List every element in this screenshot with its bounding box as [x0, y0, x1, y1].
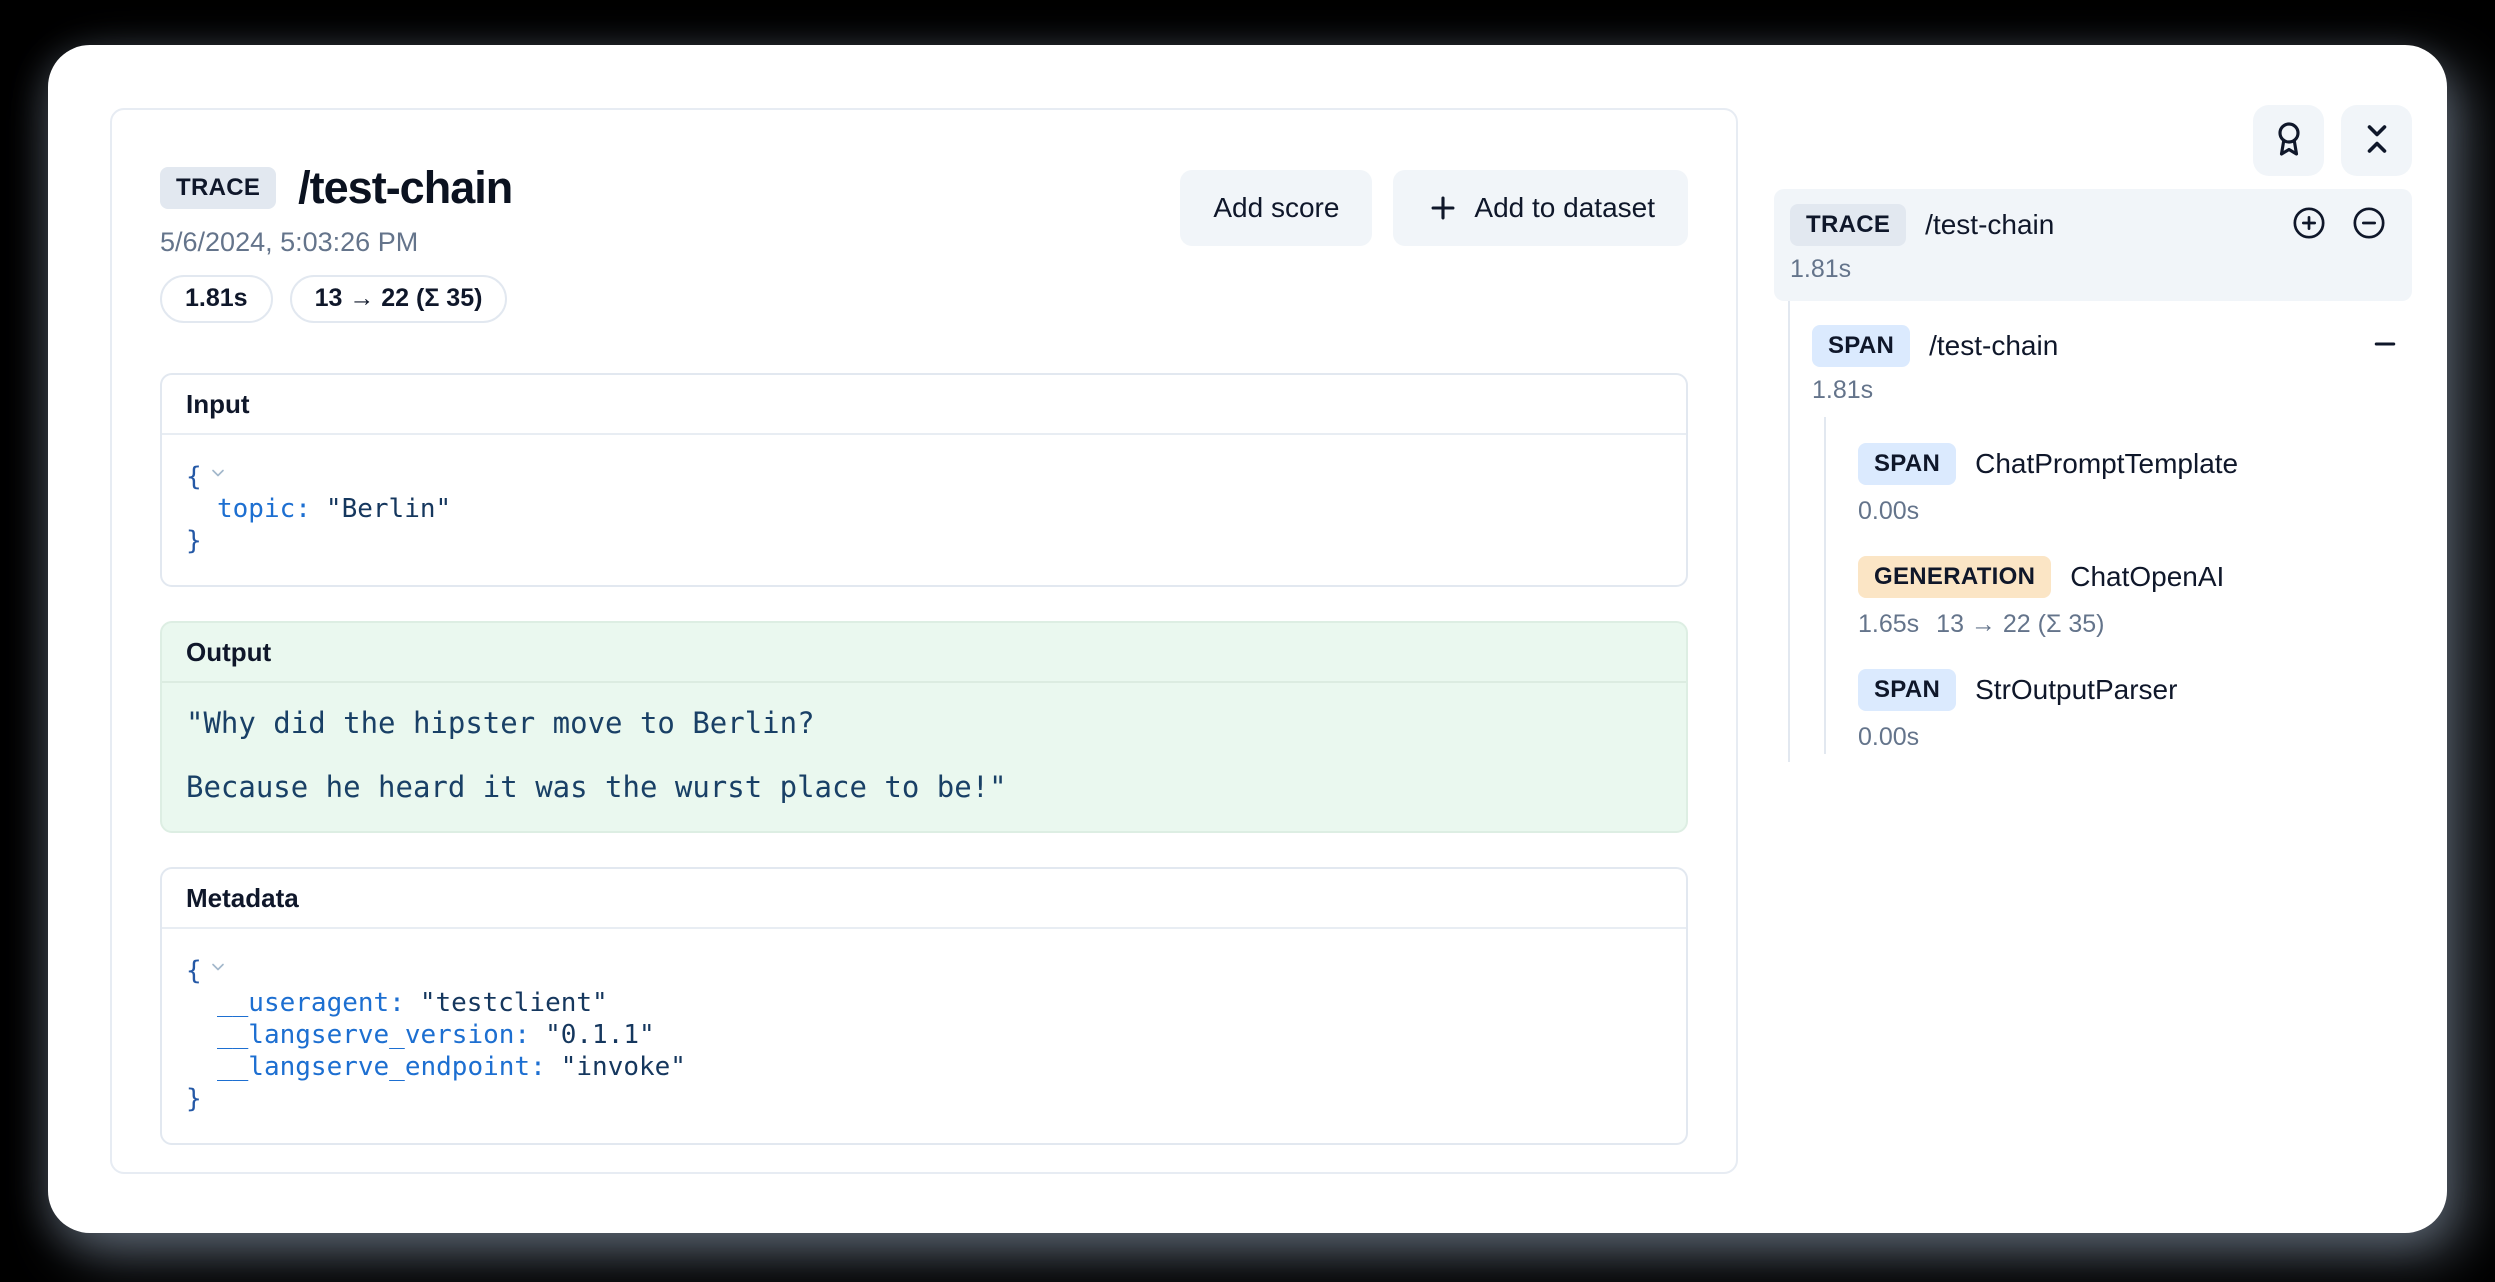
- trace-timestamp: 5/6/2024, 5:03:26 PM: [160, 227, 512, 258]
- input-json-viewer: { topic:"Berlin" }: [162, 435, 1686, 585]
- node-type-badge: SPAN: [1858, 669, 1956, 711]
- tree-children-level-2: SPAN ChatPromptTemplate 0.00s GENERATION…: [1824, 417, 2412, 754]
- trace-tree-sidebar: TRACE /test-chain 1.81s: [1774, 105, 2412, 762]
- node-token-usage: 13 → 22 (Σ 35): [1936, 610, 2104, 639]
- trace-type-badge: TRACE: [160, 167, 276, 209]
- json-entry: __useragent:"testclient": [186, 987, 1662, 1019]
- node-duration: 1.81s: [1790, 255, 2386, 284]
- trace-title-group: TRACE /test-chain 5/6/2024, 5:03:26 PM 1…: [160, 162, 512, 323]
- node-type-badge: TRACE: [1790, 204, 1906, 246]
- tree-node-root-span[interactable]: SPAN /test-chain 1.81s: [1812, 325, 2412, 405]
- node-duration: 0.00s: [1858, 723, 2412, 752]
- node-type-badge: SPAN: [1858, 443, 1956, 485]
- node-type-badge: GENERATION: [1858, 556, 2051, 598]
- json-close-line: }: [186, 525, 1662, 557]
- node-duration: 1.65s13 → 22 (Σ 35): [1858, 610, 2412, 639]
- collapse-node-button[interactable]: [2370, 329, 2400, 364]
- award-icon: [2271, 121, 2307, 160]
- json-entry: __langserve_endpoint:"invoke": [186, 1051, 1662, 1083]
- input-panel-title: Input: [162, 375, 1686, 435]
- tree-node-stroutputparser[interactable]: SPAN StrOutputParser 0.00s: [1858, 669, 2412, 752]
- trace-tree: TRACE /test-chain 1.81s: [1774, 189, 2412, 762]
- json-entry: topic:"Berlin": [186, 493, 1662, 525]
- node-name: /test-chain: [1929, 330, 2058, 362]
- trace-title: /test-chain: [298, 162, 512, 214]
- tree-node-chatprompttemplate[interactable]: SPAN ChatPromptTemplate 0.00s: [1858, 443, 2412, 526]
- metadata-panel-title: Metadata: [162, 869, 1686, 929]
- app-window: TRACE /test-chain 5/6/2024, 5:03:26 PM 1…: [48, 45, 2447, 1233]
- metadata-json-viewer: { __useragent:"testclient" __langserve_v…: [162, 929, 1686, 1143]
- add-to-dataset-button[interactable]: Add to dataset: [1393, 170, 1688, 246]
- json-close-line: }: [186, 1083, 1662, 1115]
- page-background: TRACE /test-chain 5/6/2024, 5:03:26 PM 1…: [0, 0, 2495, 1282]
- node-name: ChatOpenAI: [2070, 561, 2224, 593]
- node-duration: 0.00s: [1858, 497, 2412, 526]
- node-duration: 1.81s: [1812, 376, 2412, 405]
- annotate-button[interactable]: [2253, 105, 2324, 176]
- chevrons-down-up-icon: [2359, 121, 2395, 160]
- trace-header: TRACE /test-chain 5/6/2024, 5:03:26 PM 1…: [160, 162, 1688, 323]
- collapse-panel-button[interactable]: [2341, 105, 2412, 176]
- tree-node-chatopenai[interactable]: GENERATION ChatOpenAI 1.65s13 → 22 (Σ 35…: [1858, 556, 2412, 639]
- expand-all-button[interactable]: [2292, 206, 2326, 245]
- output-text: "Why did the hipster move to Berlin? Bec…: [186, 707, 1662, 803]
- node-type-badge: SPAN: [1812, 325, 1910, 367]
- json-entry: __langserve_version:"0.1.1": [186, 1019, 1662, 1051]
- latency-pill: 1.81s: [160, 275, 273, 323]
- json-open-line: {: [186, 953, 1662, 987]
- node-name: /test-chain: [1925, 209, 2054, 241]
- node-name: ChatPromptTemplate: [1975, 448, 2238, 480]
- output-panel: Output "Why did the hipster move to Berl…: [160, 621, 1688, 833]
- tree-children-level-1: SPAN /test-chain 1.81s: [1788, 301, 2412, 762]
- collapse-caret-icon[interactable]: [208, 953, 228, 985]
- trace-actions: Add score Add to dataset: [1180, 170, 1688, 246]
- tree-node-trace[interactable]: TRACE /test-chain 1.81s: [1774, 189, 2412, 301]
- json-open-line: {: [186, 459, 1662, 493]
- input-panel: Input { topic:"Berlin" }: [160, 373, 1688, 587]
- add-score-button[interactable]: Add score: [1180, 170, 1372, 246]
- metadata-panel: Metadata { __useragent:"testclient" __la…: [160, 867, 1688, 1145]
- trace-detail-card: TRACE /test-chain 5/6/2024, 5:03:26 PM 1…: [110, 108, 1738, 1174]
- node-name: StrOutputParser: [1975, 674, 2177, 706]
- token-usage-pill: 13 → 22 (Σ 35): [290, 275, 508, 323]
- collapse-all-button[interactable]: [2352, 206, 2386, 245]
- collapse-caret-icon[interactable]: [208, 459, 228, 491]
- output-panel-title: Output: [162, 623, 1686, 683]
- plus-icon: [1426, 191, 1460, 225]
